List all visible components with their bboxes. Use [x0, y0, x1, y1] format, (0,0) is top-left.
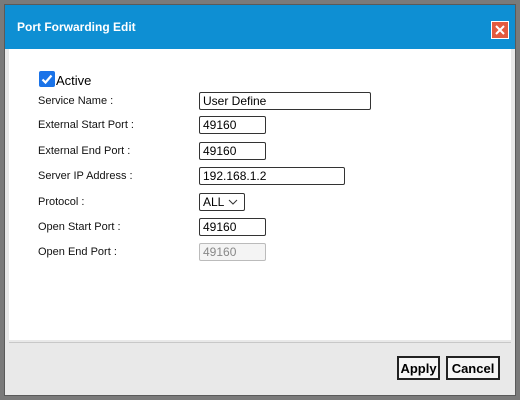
cancel-button[interactable]: Cancel	[446, 356, 500, 380]
external-start-port-input[interactable]	[199, 116, 266, 134]
server-ip-input[interactable]	[199, 167, 345, 185]
protocol-select[interactable]: ALL	[199, 193, 245, 211]
active-row: Active	[39, 69, 91, 88]
footer-divider	[9, 342, 511, 343]
dialog-content: Active Service Name : External Start Por…	[9, 49, 511, 340]
active-checkbox[interactable]	[39, 70, 55, 87]
open-end-port-label: Open End Port :	[38, 246, 117, 258]
external-end-port-label: External End Port :	[38, 145, 131, 157]
dialog-titlebar: Port Forwarding Edit	[5, 5, 515, 49]
external-start-port-label: External Start Port :	[38, 119, 134, 131]
close-button[interactable]	[491, 21, 509, 39]
protocol-label: Protocol :	[38, 196, 85, 208]
external-end-port-input[interactable]	[199, 142, 266, 160]
service-name-input[interactable]	[199, 92, 371, 110]
active-label: Active	[56, 73, 92, 88]
open-end-port-input	[199, 243, 266, 261]
server-ip-label: Server IP Address :	[38, 170, 133, 182]
open-start-port-label: Open Start Port :	[38, 221, 121, 233]
open-start-port-input[interactable]	[199, 218, 266, 236]
protocol-value: ALL	[203, 195, 225, 209]
service-name-label: Service Name :	[38, 95, 114, 107]
checkmark-icon	[41, 74, 53, 84]
chevron-down-icon	[229, 199, 238, 205]
port-forwarding-dialog: Port Forwarding Edit Active Service Name…	[4, 4, 516, 396]
close-icon	[495, 25, 505, 35]
dialog-title: Port Forwarding Edit	[17, 20, 136, 34]
apply-button[interactable]: Apply	[397, 356, 440, 380]
